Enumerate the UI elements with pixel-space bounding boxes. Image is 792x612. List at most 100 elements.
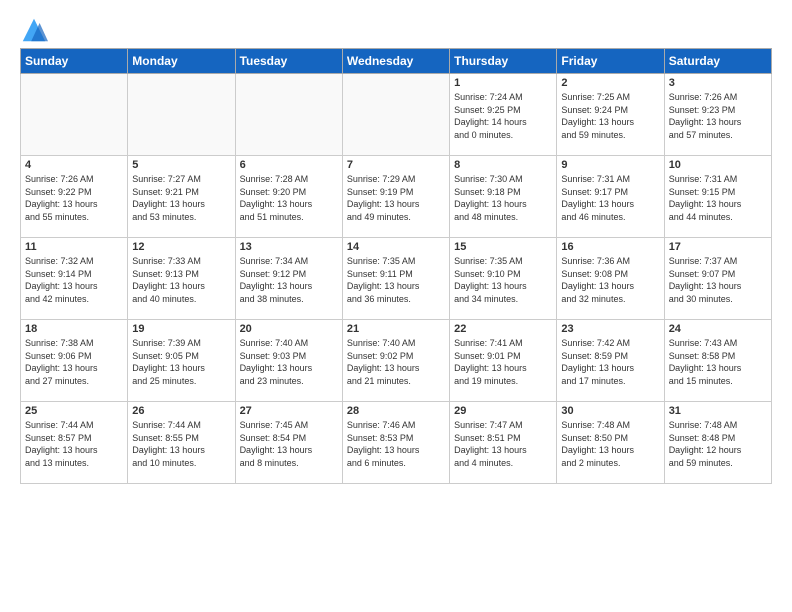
page-container: SundayMondayTuesdayWednesdayThursdayFrid… (0, 0, 792, 494)
day-number: 24 (669, 323, 767, 335)
header-cell-friday: Friday (557, 49, 664, 74)
day-info: Sunrise: 7:36 AM Sunset: 9:08 PM Dayligh… (561, 255, 659, 305)
day-number: 31 (669, 405, 767, 417)
calendar-cell: 11Sunrise: 7:32 AM Sunset: 9:14 PM Dayli… (21, 238, 128, 320)
day-info: Sunrise: 7:33 AM Sunset: 9:13 PM Dayligh… (132, 255, 230, 305)
day-number: 29 (454, 405, 552, 417)
day-info: Sunrise: 7:32 AM Sunset: 9:14 PM Dayligh… (25, 255, 123, 305)
calendar-cell: 20 Sunrise: 7:40 AM Sunset: 9:03 PM Dayli… (235, 320, 342, 402)
day-info: Sunrise: 7:31 AM Sunset: 9:15 PM Dayligh… (669, 173, 767, 223)
calendar-cell: 26Sunrise: 7:44 AM Sunset: 8:55 PM Dayli… (128, 402, 235, 484)
day-info: Sunrise: 7:46 AM Sunset: 8:53 PM Dayligh… (347, 419, 445, 469)
day-info: Sunrise: 7:47 AM Sunset: 8:51 PM Dayligh… (454, 419, 552, 469)
header-row: SundayMondayTuesdayWednesdayThursdayFrid… (21, 49, 772, 74)
calendar-cell: 1 Sunrise: 7:24 AM Sunset: 9:25 PM Daylig… (450, 74, 557, 156)
day-number: 25 (25, 405, 123, 417)
calendar-cell: 2 Sunrise: 7:25 AM Sunset: 9:24 PM Daylig… (557, 74, 664, 156)
day-number: 1 (454, 77, 552, 89)
day-info: Sunrise: 7:42 AM Sunset: 8:59 PM Dayligh… (561, 337, 659, 387)
calendar-cell: 23Sunrise: 7:42 AM Sunset: 8:59 PM Dayli… (557, 320, 664, 402)
day-number: 21 (347, 323, 445, 335)
calendar-cell: 16 Sunrise: 7:36 AM Sunset: 9:08 PM Dayli… (557, 238, 664, 320)
day-info: Sunrise: 7:28 AM Sunset: 9:20 PM Dayligh… (240, 173, 338, 223)
day-info: Sunrise: 7:31 AM Sunset: 9:17 PM Dayligh… (561, 173, 659, 223)
day-info: Sunrise: 7:26 AM Sunset: 9:23 PM Dayligh… (669, 91, 767, 141)
day-number: 4 (25, 159, 123, 171)
day-number: 18 (25, 323, 123, 335)
day-number: 30 (561, 405, 659, 417)
calendar-cell (21, 74, 128, 156)
day-number: 13 (240, 241, 338, 253)
calendar-cell: 5Sunrise: 7:27 AM Sunset: 9:21 PM Daylig… (128, 156, 235, 238)
day-number: 14 (347, 241, 445, 253)
day-info: Sunrise: 7:27 AM Sunset: 9:21 PM Dayligh… (132, 173, 230, 223)
day-info: Sunrise: 7:30 AM Sunset: 9:18 PM Dayligh… (454, 173, 552, 223)
day-number: 3 (669, 77, 767, 89)
logo (20, 16, 52, 44)
calendar-cell: 30 Sunrise: 7:48 AM Sunset: 8:50 PM Dayli… (557, 402, 664, 484)
calendar-cell: 8 Sunrise: 7:30 AM Sunset: 9:18 PM Daylig… (450, 156, 557, 238)
day-info: Sunrise: 7:44 AM Sunset: 8:55 PM Dayligh… (132, 419, 230, 469)
day-number: 6 (240, 159, 338, 171)
calendar-cell: 29 Sunrise: 7:47 AM Sunset: 8:51 PM Dayli… (450, 402, 557, 484)
calendar-cell: 13 Sunrise: 7:34 AM Sunset: 9:12 PM Dayli… (235, 238, 342, 320)
header-cell-thursday: Thursday (450, 49, 557, 74)
header-cell-wednesday: Wednesday (342, 49, 449, 74)
day-info: Sunrise: 7:48 AM Sunset: 8:50 PM Dayligh… (561, 419, 659, 469)
calendar-cell: 28 Sunrise: 7:46 AM Sunset: 8:53 PM Dayli… (342, 402, 449, 484)
calendar-week-1: 4 Sunrise: 7:26 AM Sunset: 9:22 PM Daylig… (21, 156, 772, 238)
day-info: Sunrise: 7:25 AM Sunset: 9:24 PM Dayligh… (561, 91, 659, 141)
day-number: 2 (561, 77, 659, 89)
day-number: 22 (454, 323, 552, 335)
calendar-body: 1 Sunrise: 7:24 AM Sunset: 9:25 PM Daylig… (21, 74, 772, 484)
calendar-cell: 17Sunrise: 7:37 AM Sunset: 9:07 PM Dayli… (664, 238, 771, 320)
day-info: Sunrise: 7:35 AM Sunset: 9:11 PM Dayligh… (347, 255, 445, 305)
calendar-cell: 31 Sunrise: 7:48 AM Sunset: 8:48 PM Dayli… (664, 402, 771, 484)
day-info: Sunrise: 7:41 AM Sunset: 9:01 PM Dayligh… (454, 337, 552, 387)
day-info: Sunrise: 7:43 AM Sunset: 8:58 PM Dayligh… (669, 337, 767, 387)
calendar-header: SundayMondayTuesdayWednesdayThursdayFrid… (21, 49, 772, 74)
day-number: 27 (240, 405, 338, 417)
calendar-cell: 19Sunrise: 7:39 AM Sunset: 9:05 PM Dayli… (128, 320, 235, 402)
day-number: 7 (347, 159, 445, 171)
day-info: Sunrise: 7:26 AM Sunset: 9:22 PM Dayligh… (25, 173, 123, 223)
day-number: 10 (669, 159, 767, 171)
calendar-cell: 14 Sunrise: 7:35 AM Sunset: 9:11 PM Dayli… (342, 238, 449, 320)
day-info: Sunrise: 7:34 AM Sunset: 9:12 PM Dayligh… (240, 255, 338, 305)
calendar-cell: 3 Sunrise: 7:26 AM Sunset: 9:23 PM Daylig… (664, 74, 771, 156)
calendar-cell (235, 74, 342, 156)
day-number: 20 (240, 323, 338, 335)
logo-icon (20, 16, 48, 44)
day-info: Sunrise: 7:38 AM Sunset: 9:06 PM Dayligh… (25, 337, 123, 387)
calendar-week-2: 11Sunrise: 7:32 AM Sunset: 9:14 PM Dayli… (21, 238, 772, 320)
calendar-cell: 7 Sunrise: 7:29 AM Sunset: 9:19 PM Daylig… (342, 156, 449, 238)
day-info: Sunrise: 7:45 AM Sunset: 8:54 PM Dayligh… (240, 419, 338, 469)
calendar-cell: 9 Sunrise: 7:31 AM Sunset: 9:17 PM Daylig… (557, 156, 664, 238)
calendar-cell: 22 Sunrise: 7:41 AM Sunset: 9:01 PM Dayli… (450, 320, 557, 402)
day-info: Sunrise: 7:44 AM Sunset: 8:57 PM Dayligh… (25, 419, 123, 469)
calendar-cell: 18 Sunrise: 7:38 AM Sunset: 9:06 PM Dayli… (21, 320, 128, 402)
day-info: Sunrise: 7:48 AM Sunset: 8:48 PM Dayligh… (669, 419, 767, 469)
header-cell-tuesday: Tuesday (235, 49, 342, 74)
day-number: 8 (454, 159, 552, 171)
calendar-cell: 12 Sunrise: 7:33 AM Sunset: 9:13 PM Dayli… (128, 238, 235, 320)
calendar-cell: 6 Sunrise: 7:28 AM Sunset: 9:20 PM Daylig… (235, 156, 342, 238)
day-info: Sunrise: 7:40 AM Sunset: 9:03 PM Dayligh… (240, 337, 338, 387)
calendar-table: SundayMondayTuesdayWednesdayThursdayFrid… (20, 48, 772, 484)
calendar-cell (128, 74, 235, 156)
calendar-cell: 10 Sunrise: 7:31 AM Sunset: 9:15 PM Dayli… (664, 156, 771, 238)
day-number: 12 (132, 241, 230, 253)
calendar-week-3: 18 Sunrise: 7:38 AM Sunset: 9:06 PM Dayli… (21, 320, 772, 402)
day-number: 9 (561, 159, 659, 171)
header (20, 16, 772, 44)
day-number: 16 (561, 241, 659, 253)
day-info: Sunrise: 7:24 AM Sunset: 9:25 PM Dayligh… (454, 91, 552, 141)
calendar-cell: 27 Sunrise: 7:45 AM Sunset: 8:54 PM Dayli… (235, 402, 342, 484)
day-info: Sunrise: 7:35 AM Sunset: 9:10 PM Dayligh… (454, 255, 552, 305)
day-info: Sunrise: 7:40 AM Sunset: 9:02 PM Dayligh… (347, 337, 445, 387)
day-info: Sunrise: 7:29 AM Sunset: 9:19 PM Dayligh… (347, 173, 445, 223)
calendar-cell: 21 Sunrise: 7:40 AM Sunset: 9:02 PM Dayli… (342, 320, 449, 402)
day-number: 17 (669, 241, 767, 253)
calendar-cell: 15Sunrise: 7:35 AM Sunset: 9:10 PM Dayli… (450, 238, 557, 320)
day-number: 28 (347, 405, 445, 417)
